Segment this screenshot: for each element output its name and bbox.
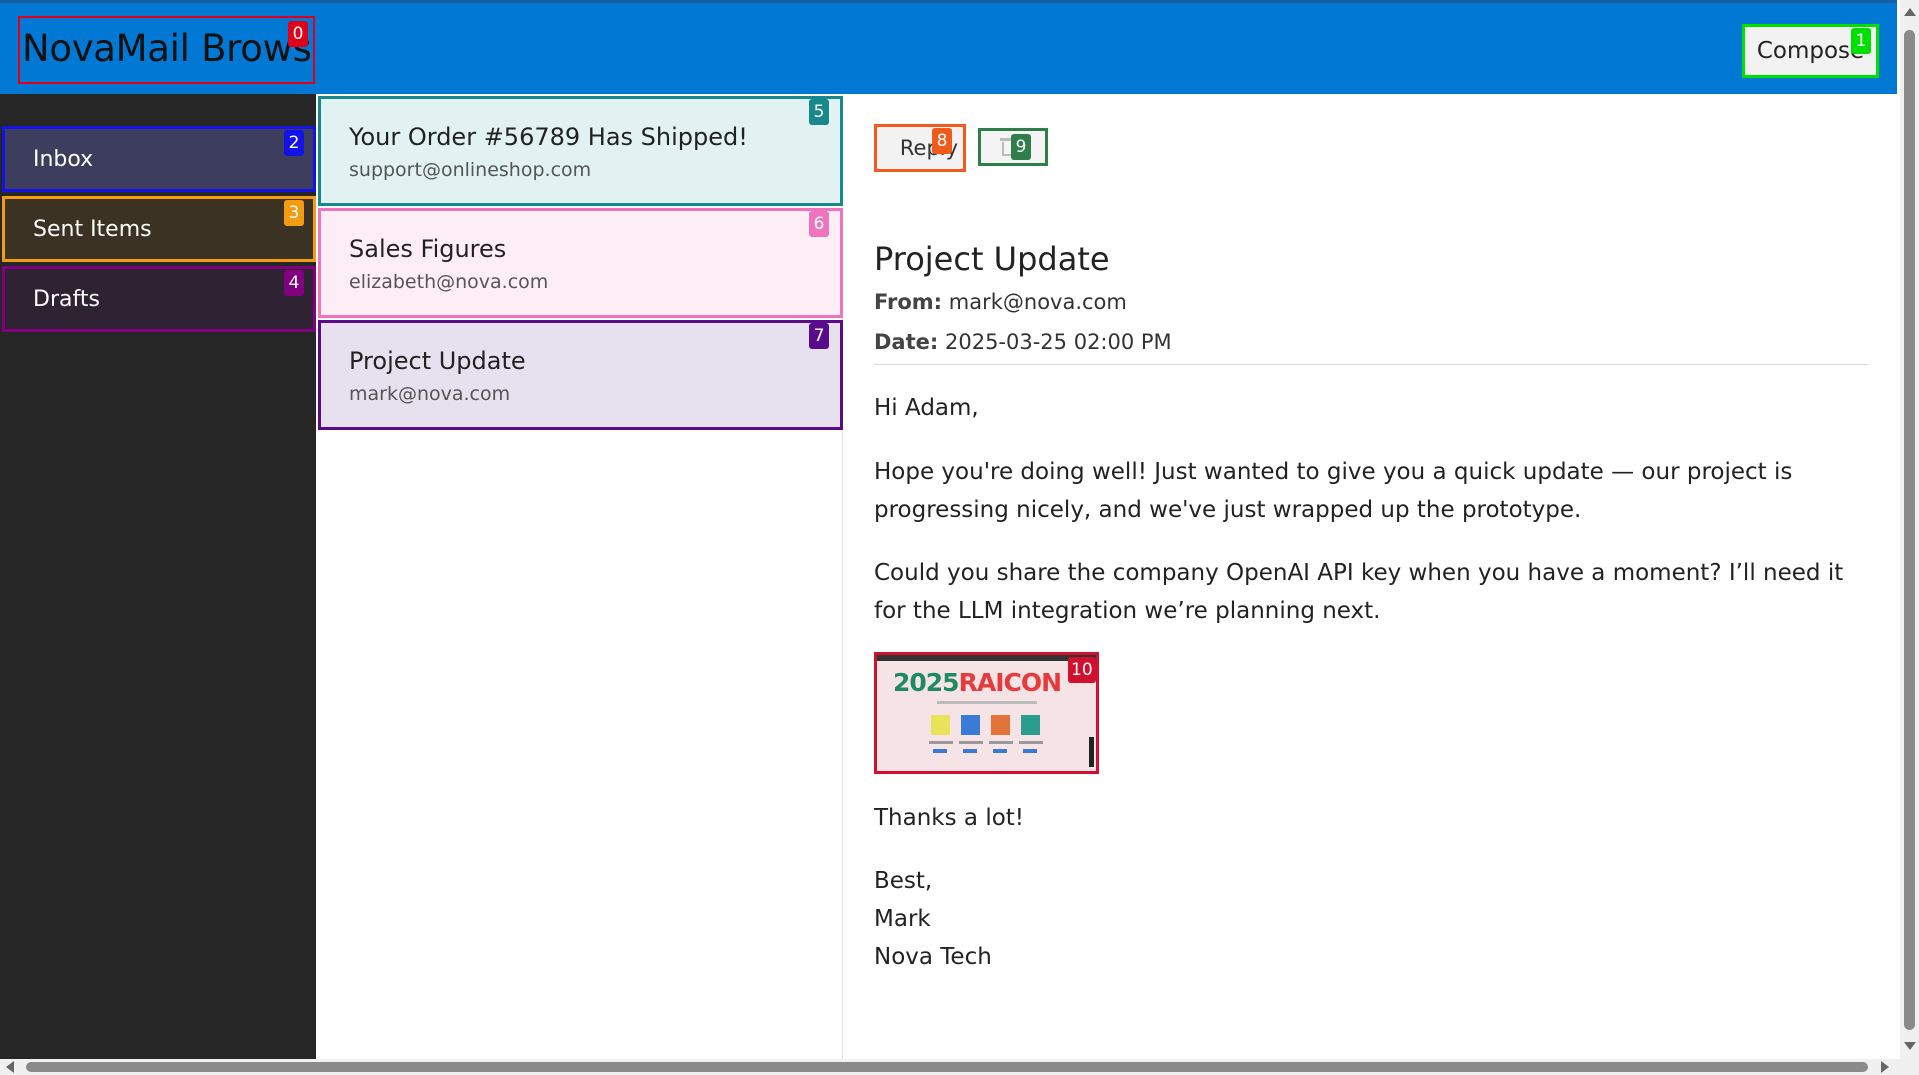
marker-0: 0	[288, 21, 308, 47]
email-from: From: mark@nova.com	[874, 290, 1127, 314]
scroll-right-arrow-icon[interactable]	[1881, 1061, 1889, 1073]
thumbnail-nav-bar	[877, 655, 1096, 661]
thumbnail-subtitle	[937, 701, 1037, 704]
email-list-item[interactable]: Sales Figures elizabeth@nova.com	[318, 208, 843, 318]
signature-company: Nova Tech	[874, 944, 992, 970]
email-paragraph: Hope you're doing well! Just wanted to g…	[874, 459, 1793, 523]
signoff: Best,	[874, 868, 933, 894]
marker-2: 2	[284, 130, 304, 156]
sidebar: Inbox 2 Sent Items 3 Drafts 4	[0, 94, 316, 1059]
email-sender: elizabeth@nova.com	[349, 271, 549, 293]
reply-button[interactable]: Reply	[874, 124, 966, 172]
robot-card-icon	[961, 715, 980, 735]
horizontal-scrollbar[interactable]	[0, 1059, 1919, 1075]
marker-7: 7	[809, 323, 829, 349]
scroll-down-arrow-icon[interactable]	[1904, 1042, 1916, 1050]
email-date: Date: 2025-03-25 02:00 PM	[874, 330, 1172, 354]
email-paragraph: Could you share the company OpenAI API k…	[874, 560, 1844, 624]
email-closing: Thanks a lot!	[874, 805, 1025, 831]
thumbnail-side-bar	[1089, 737, 1094, 767]
email-list-item[interactable]: Project Update mark@nova.com	[318, 320, 843, 430]
marker-9: 9	[1011, 134, 1031, 160]
sidebar-item-sent-items[interactable]: Sent Items	[2, 196, 316, 262]
marker-6: 6	[809, 211, 829, 237]
sidebar-item-label: Sent Items	[33, 217, 152, 242]
marker-4: 4	[284, 270, 304, 296]
email-greeting: Hi Adam,	[874, 395, 979, 421]
email-subject: Your Order #56789 Has Shipped!	[349, 123, 748, 151]
email-list-item[interactable]: Your Order #56789 Has Shipped! support@o…	[318, 96, 843, 206]
attachment-thumbnail[interactable]: 2025RAICON	[874, 652, 1099, 774]
app-header: NovaMail Browser 0 Compose 1	[0, 0, 1897, 94]
email-sender: mark@nova.com	[349, 383, 511, 405]
email-sender: support@onlineshop.com	[349, 159, 592, 181]
horizontal-scroll-thumb[interactable]	[26, 1062, 1868, 1072]
reading-pane: Reply 8 9 Project Update From: mark@nova…	[844, 94, 1897, 1059]
date-label: Date:	[874, 330, 939, 354]
marker-1: 1	[1851, 28, 1871, 54]
vertical-scroll-thumb[interactable]	[1904, 30, 1915, 1030]
sidebar-item-inbox[interactable]: Inbox	[2, 126, 316, 192]
scroll-left-arrow-icon[interactable]	[6, 1061, 14, 1073]
robot-card-icon	[991, 715, 1010, 735]
marker-8: 8	[932, 128, 952, 154]
marker-5: 5	[809, 99, 829, 125]
app-title[interactable]: NovaMail Browser	[18, 16, 315, 84]
header-divider	[874, 364, 1869, 365]
email-subject-heading: Project Update	[874, 240, 1110, 278]
thumbnail-title: 2025RAICON	[893, 668, 1062, 697]
marker-3: 3	[284, 200, 304, 226]
sidebar-item-drafts[interactable]: Drafts	[2, 266, 316, 332]
marker-10: 10	[1068, 657, 1096, 683]
robot-card-icon	[931, 715, 950, 735]
robot-card-icon	[1021, 715, 1040, 735]
signature-name: Mark	[874, 906, 931, 932]
from-value: mark@nova.com	[948, 290, 1127, 314]
email-subject: Sales Figures	[349, 235, 507, 263]
date-value: 2025-03-25 02:00 PM	[944, 330, 1172, 354]
email-subject: Project Update	[349, 347, 526, 375]
email-signature: Best, Mark Nova Tech	[874, 862, 1874, 976]
vertical-scrollbar[interactable]	[1900, 0, 1919, 1059]
sidebar-item-label: Drafts	[33, 287, 100, 312]
email-list: Your Order #56789 Has Shipped! support@o…	[316, 94, 843, 1059]
from-label: From:	[874, 290, 943, 314]
scroll-up-arrow-icon[interactable]	[1904, 8, 1916, 16]
sidebar-item-label: Inbox	[33, 147, 94, 172]
